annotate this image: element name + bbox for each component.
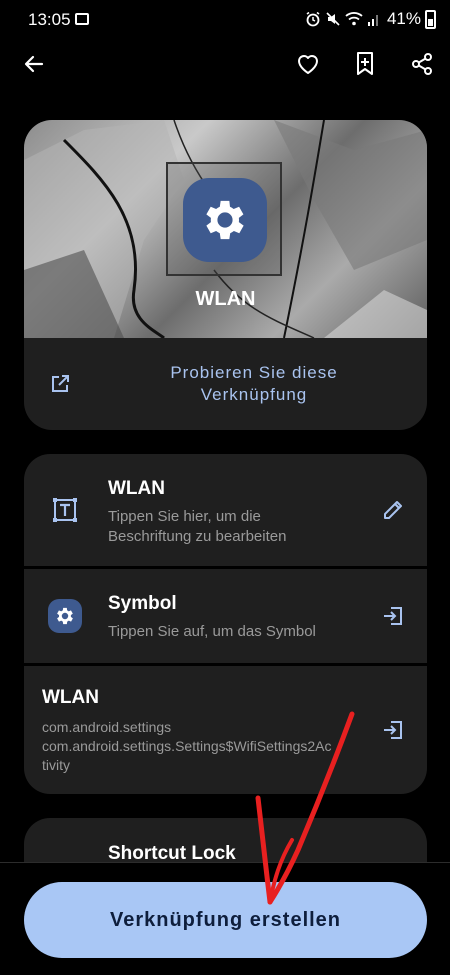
try-shortcut-label: Probieren Sie diese Verknüpfung	[170, 363, 338, 404]
label-subtitle: Tippen Sie hier, um die Beschriftung zu …	[108, 508, 287, 545]
bottom-action-bar: Verknüpfung erstellen	[0, 862, 450, 975]
target-activity-row[interactable]: WLAN com.android.settings com.android.se…	[24, 666, 427, 794]
favorite-heart-icon[interactable]	[294, 50, 322, 78]
settings-gear-icon-small	[48, 599, 82, 633]
enter-icon[interactable]	[381, 604, 405, 628]
open-external-icon	[52, 375, 69, 392]
try-shortcut-button[interactable]: Probieren Sie diese Verknüpfung	[24, 338, 427, 430]
icon-title: Symbol	[108, 593, 177, 614]
bookmark-add-icon[interactable]	[351, 50, 379, 78]
label-row[interactable]: WLAN Tippen Sie hier, um die Beschriftun…	[24, 454, 427, 566]
share-icon[interactable]	[408, 50, 436, 78]
create-shortcut-button[interactable]: Verknüpfung erstellen	[24, 882, 427, 958]
mute-icon	[326, 12, 340, 26]
activity-package: com.android.settings	[42, 719, 172, 735]
shortcut-preview-card: WLAN Probieren Sie diese Verknüpfung	[24, 120, 427, 430]
back-arrow-icon[interactable]	[20, 50, 48, 78]
status-bar: 13:05 41%	[0, 0, 450, 40]
activity-class-cont: tivity	[42, 757, 70, 773]
alarm-icon	[306, 11, 320, 27]
settings-gear-icon	[183, 178, 267, 262]
activity-title: WLAN	[42, 687, 99, 708]
create-shortcut-label: Verknüpfung erstellen	[109, 908, 342, 931]
activity-class: com.android.settings.Settings$WifiSettin…	[42, 738, 332, 754]
status-time: 13:05	[28, 10, 71, 29]
gallery-notification-icon	[75, 13, 89, 25]
enter-icon[interactable]	[381, 718, 405, 742]
wallpaper-preview: WLAN	[24, 120, 427, 338]
text-field-icon	[53, 498, 77, 522]
shortcut-name: WLAN	[195, 288, 256, 310]
shortcut-settings-list: WLAN Tippen Sie hier, um die Beschriftun…	[24, 454, 427, 794]
icon-row[interactable]: Symbol Tippen Sie auf, um das Symbol	[24, 569, 427, 663]
status-icons: 41%	[305, 9, 436, 29]
label-title: WLAN	[108, 478, 165, 499]
signal-icon	[367, 15, 378, 26]
battery-percent: 41%	[386, 9, 421, 28]
edit-pencil-icon[interactable]	[381, 498, 405, 522]
icon-subtitle: Tippen Sie auf, um das Symbol	[108, 623, 316, 640]
wifi-icon	[345, 12, 363, 26]
battery-icon	[425, 9, 436, 29]
top-app-bar	[0, 40, 450, 88]
